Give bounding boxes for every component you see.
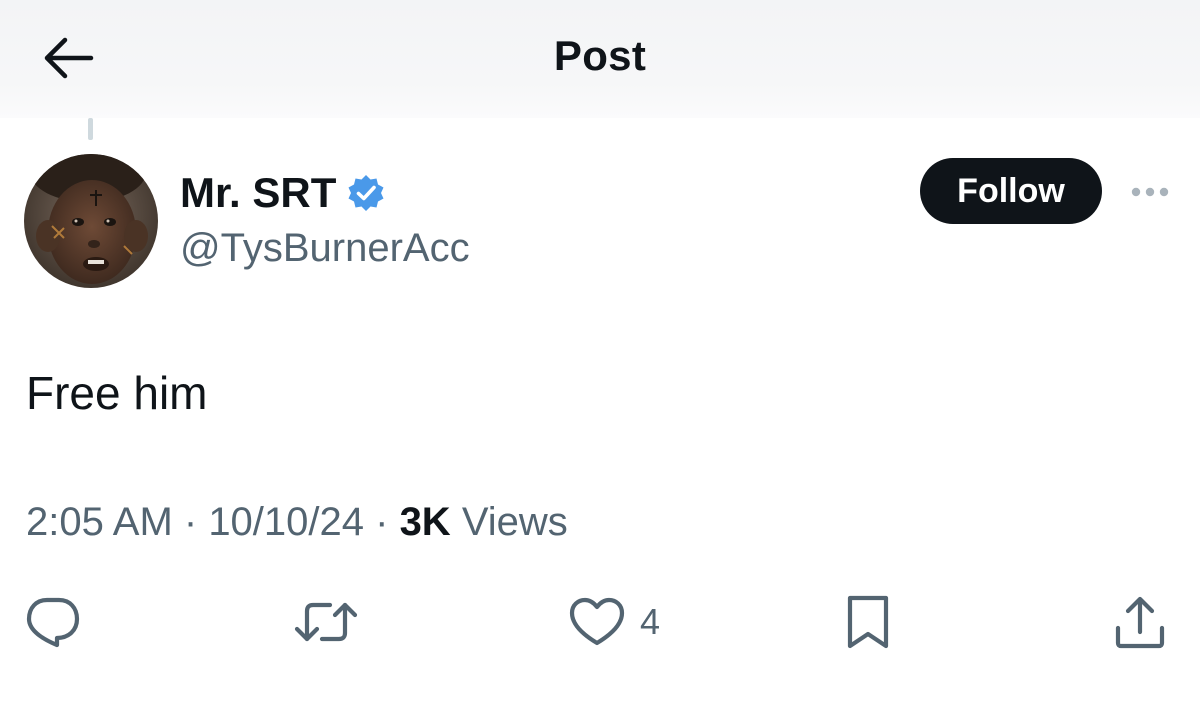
bookmark-button[interactable] (844, 590, 892, 654)
post-meta: 2:05 AM · 10/10/24 · 3K Views (26, 500, 568, 545)
author-display-name[interactable]: Mr. SRT (180, 169, 336, 217)
repost-icon (294, 602, 358, 642)
page-title: Post (553, 32, 647, 79)
like-count: 4 (640, 601, 661, 642)
bookmark-icon (847, 595, 889, 649)
avatar[interactable] (24, 154, 158, 288)
post-screen: Post Mr. SRT @TysBurnerAcc Follow Free h… (0, 0, 1200, 708)
share-icon (1115, 596, 1165, 649)
avatar-photo (24, 154, 158, 288)
more-dots-icon (1131, 187, 1169, 197)
follow-button[interactable]: Follow (920, 158, 1102, 224)
post-time[interactable]: 2:05 AM (26, 500, 173, 544)
author-name-row: Mr. SRT (180, 168, 386, 218)
top-bar: Post (0, 0, 1200, 118)
views-label: Views (461, 500, 568, 544)
post-text: Free him (26, 367, 208, 419)
repost-button[interactable] (294, 590, 358, 654)
post-date[interactable]: 10/10/24 (208, 500, 364, 544)
share-button[interactable] (1112, 590, 1168, 654)
reply-icon (26, 597, 80, 648)
meta-separator: · (172, 500, 209, 544)
like-button[interactable]: 4 (568, 590, 660, 654)
thread-connector-line (88, 118, 93, 140)
action-bar: 4 (0, 590, 1200, 660)
reply-button[interactable] (24, 590, 82, 654)
views-count: 3K (399, 500, 451, 544)
meta-separator: · (364, 500, 400, 544)
heart-icon (569, 597, 625, 646)
verified-badge-icon[interactable] (346, 173, 386, 213)
author-handle[interactable]: @TysBurnerAcc (180, 226, 470, 271)
more-options-button[interactable] (1126, 172, 1174, 212)
